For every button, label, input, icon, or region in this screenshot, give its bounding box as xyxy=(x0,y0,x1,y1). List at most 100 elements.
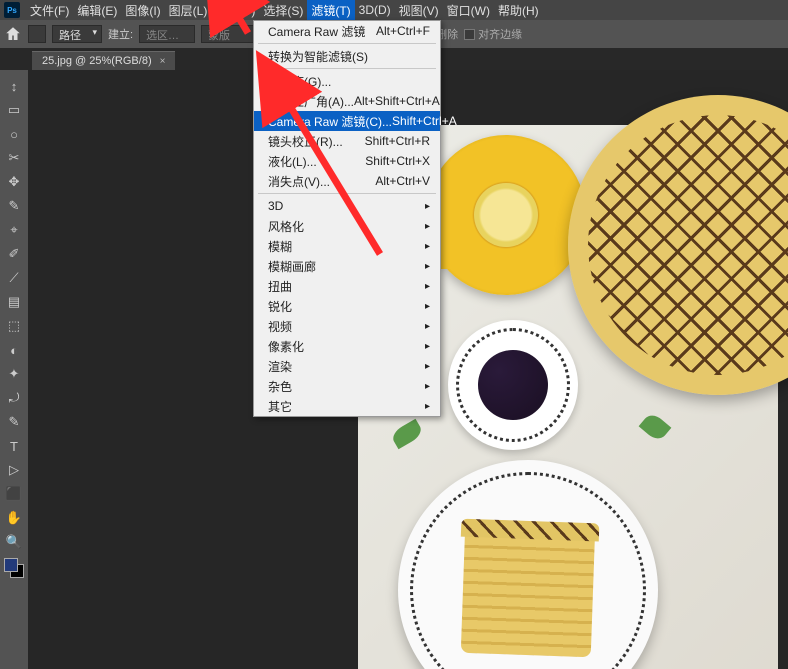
menu-item[interactable]: 3D xyxy=(254,196,440,216)
menu-item[interactable]: 渲染 xyxy=(254,356,440,376)
document-tab-label: 25.jpg @ 25%(RGB/8) xyxy=(42,55,152,67)
menu-file[interactable]: 文件(F) xyxy=(26,0,73,21)
menu-item-label: 滤镜库(G)... xyxy=(268,73,331,90)
photo-cake xyxy=(568,95,788,395)
menu-item-label: 渲染 xyxy=(268,358,292,375)
photo-slice-plate xyxy=(398,460,658,669)
tool-11[interactable]: ◐ xyxy=(3,339,25,361)
menu-item-shortcut: Shift+Ctrl+X xyxy=(365,154,430,168)
menu-image[interactable]: 图像(I) xyxy=(121,0,164,21)
menu-item[interactable]: 自适应广角(A)...Alt+Shift+Ctrl+A xyxy=(254,91,440,111)
menu-help[interactable]: 帮助(H) xyxy=(494,0,543,21)
build-label: 建立: xyxy=(108,26,133,42)
menu-item[interactable]: Camera Raw 滤镜(C)...Shift+Ctrl+A xyxy=(254,111,440,131)
menu-item-label: 消失点(V)... xyxy=(268,173,330,190)
menu-item-label: 模糊画廊 xyxy=(268,258,316,275)
tool-17[interactable]: ⬛ xyxy=(3,483,25,505)
tool-7[interactable]: ✐ xyxy=(3,243,25,265)
menubar: Ps 文件(F) 编辑(E) 图像(I) 图层(L) 文字(Y) 选择(S) 滤… xyxy=(0,0,788,20)
tool-5[interactable]: ✎ xyxy=(3,195,25,217)
menu-item[interactable]: 消失点(V)... Alt+Ctrl+V xyxy=(254,171,440,191)
tool-18[interactable]: ✋ xyxy=(3,507,25,529)
menu-item[interactable]: 液化(L)... Shift+Ctrl+X xyxy=(254,151,440,171)
photo-leaf xyxy=(390,419,425,450)
tool-14[interactable]: ✎ xyxy=(3,411,25,433)
menu-item-shortcut: Alt+Ctrl+F xyxy=(376,24,430,38)
menu-item-shortcut: Alt+Shift+Ctrl+A xyxy=(354,94,440,108)
menu-item[interactable]: 视频 xyxy=(254,316,440,336)
build-selection-button[interactable]: 选区… xyxy=(139,25,195,43)
menu-item-label: 锐化 xyxy=(268,298,292,315)
menu-item[interactable]: 其它 xyxy=(254,396,440,416)
align-edges-checkbox[interactable]: 对齐边缘 xyxy=(464,26,522,42)
menu-type[interactable]: 文字(Y) xyxy=(211,0,259,21)
tool-15[interactable]: T xyxy=(3,435,25,457)
tool-10[interactable]: ⬚ xyxy=(3,315,25,337)
tool-12[interactable]: ✦ xyxy=(3,363,25,385)
tool-6[interactable]: ⌖ xyxy=(3,219,25,241)
menu-item[interactable]: 镜头校正(R)... Shift+Ctrl+R xyxy=(254,131,440,151)
tool-13[interactable]: ⤾ xyxy=(3,387,25,409)
home-icon[interactable] xyxy=(4,25,22,43)
tool-4[interactable]: ✥ xyxy=(3,171,25,193)
menu-item[interactable]: 扭曲 xyxy=(254,276,440,296)
tool-1[interactable]: ▭ xyxy=(3,99,25,121)
build-mask-button[interactable]: 蒙版 xyxy=(201,25,257,43)
align-edges-label: 对齐边缘 xyxy=(478,26,522,42)
menu-item-label: 转换为智能滤镜(S) xyxy=(268,48,368,65)
menu-item[interactable]: Camera Raw 滤镜 Alt+Ctrl+F xyxy=(254,21,440,41)
tool-2[interactable]: ○ xyxy=(3,123,25,145)
menu-window[interactable]: 窗口(W) xyxy=(443,0,494,21)
menu-3d[interactable]: 3D(D) xyxy=(355,1,395,19)
close-icon[interactable]: × xyxy=(160,56,166,67)
photo-teacup xyxy=(426,135,586,295)
menu-item-label: 扭曲 xyxy=(268,278,292,295)
menu-item[interactable]: 像素化 xyxy=(254,336,440,356)
menu-item-label: 液化(L)... xyxy=(268,153,317,170)
menu-item-shortcut: Alt+Ctrl+V xyxy=(375,174,430,188)
menu-item-shortcut: Shift+Ctrl+A xyxy=(392,114,457,128)
color-swatch[interactable] xyxy=(4,558,24,578)
menu-edit[interactable]: 编辑(E) xyxy=(73,0,121,21)
menu-item-label: 杂色 xyxy=(268,378,292,395)
menu-item-shortcut: Shift+Ctrl+R xyxy=(365,134,430,148)
menu-item-label: 模糊 xyxy=(268,238,292,255)
menu-item[interactable]: 锐化 xyxy=(254,296,440,316)
menu-item-label: Camera Raw 滤镜 xyxy=(268,23,365,40)
document-tab[interactable]: 25.jpg @ 25%(RGB/8) × xyxy=(32,51,175,70)
app-logo-icon: Ps xyxy=(4,2,20,18)
menu-item[interactable]: 模糊画廊 xyxy=(254,256,440,276)
tool-0[interactable]: ↕ xyxy=(3,75,25,97)
tool-19[interactable]: 🔍 xyxy=(3,531,25,553)
tool-16[interactable]: ▷ xyxy=(3,459,25,481)
menu-item[interactable]: 风格化 xyxy=(254,216,440,236)
menu-item-label: 自适应广角(A)... xyxy=(268,93,354,110)
menu-item-label: 风格化 xyxy=(268,218,304,235)
tool-8[interactable]: ⟋ xyxy=(3,267,25,289)
menu-item-label: Camera Raw 滤镜(C)... xyxy=(268,113,392,130)
menu-separator xyxy=(258,68,436,69)
menu-item-label: 像素化 xyxy=(268,338,304,355)
menu-item-label: 镜头校正(R)... xyxy=(268,133,343,150)
tool-9[interactable]: ▤ xyxy=(3,291,25,313)
menu-item-label: 其它 xyxy=(268,398,292,415)
menu-layer[interactable]: 图层(L) xyxy=(165,0,212,21)
photo-berries-plate xyxy=(448,320,578,450)
menu-select[interactable]: 选择(S) xyxy=(259,0,307,21)
menu-filter[interactable]: 滤镜(T) xyxy=(307,0,354,21)
menu-item[interactable]: 杂色 xyxy=(254,376,440,396)
menu-item-label: 3D xyxy=(268,199,283,213)
photo-leaf xyxy=(639,411,672,443)
menu-view[interactable]: 视图(V) xyxy=(395,0,443,21)
toolbox: ↕▭○✂✥✎⌖✐⟋▤⬚◐✦⤾✎T▷⬛✋🔍 xyxy=(0,70,28,669)
tool-mode-select[interactable]: 路径 xyxy=(52,25,102,43)
menu-item[interactable]: 模糊 xyxy=(254,236,440,256)
filter-menu-dropdown: Camera Raw 滤镜 Alt+Ctrl+F 转换为智能滤镜(S) 滤镜库(G).… xyxy=(253,20,441,417)
menu-separator xyxy=(258,193,436,194)
menu-item-label: 视频 xyxy=(268,318,292,335)
menu-item[interactable]: 滤镜库(G)... xyxy=(254,71,440,91)
tool-icon[interactable] xyxy=(28,25,46,43)
menu-item[interactable]: 转换为智能滤镜(S) xyxy=(254,46,440,66)
menu-separator xyxy=(258,43,436,44)
tool-3[interactable]: ✂ xyxy=(3,147,25,169)
